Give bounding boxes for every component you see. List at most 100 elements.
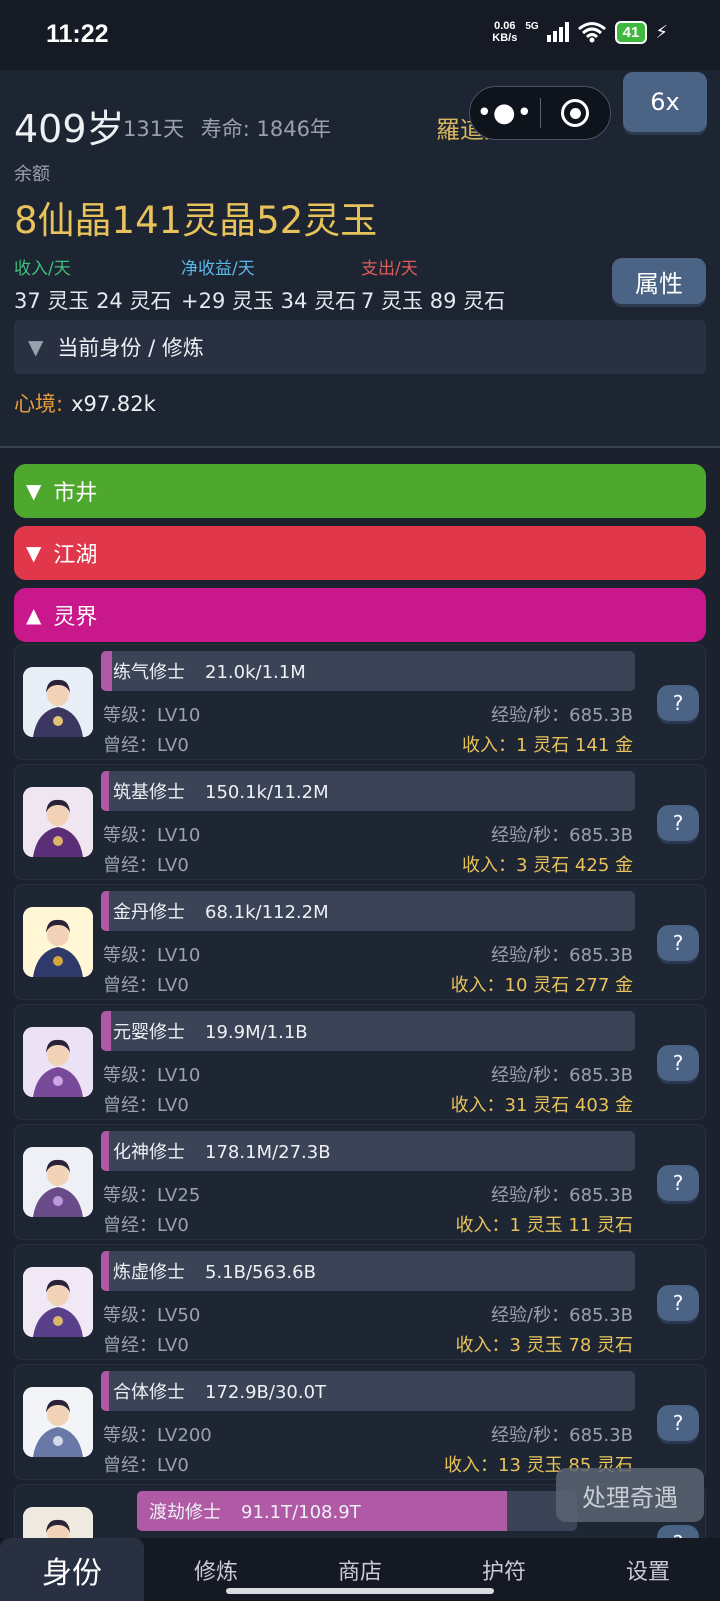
job-income: 收入：10 灵石 277 金 [450, 975, 633, 996]
job-name: 合体修士 [113, 1382, 185, 1403]
game-speed-button[interactable]: 6x [623, 72, 707, 132]
more-menu-icon[interactable]: •●• [470, 98, 540, 128]
job-previous-level: 曾经：LV0 [103, 1215, 189, 1236]
home-indicator[interactable] [226, 1588, 494, 1594]
job-card[interactable]: 元婴修士 19.9M/1.1B 等级：LV10 曾经：LV0 经验/秒：685.3… [14, 1004, 706, 1120]
handle-encounter-button[interactable]: 处理奇遇 [556, 1468, 704, 1522]
category-shijing[interactable]: ▼ 市井 [14, 464, 706, 518]
player-summary-panel: 409岁 131天 寿命: 1846年 羅道人 •●• 6x 余额 8仙晶141… [0, 70, 720, 448]
category-label: 江湖 [53, 543, 98, 568]
job-progress-value: 150.1k/11.2M [205, 782, 329, 803]
wifi-icon [577, 22, 606, 43]
job-progress-fill [101, 891, 109, 931]
job-level: 等级：LV10 [103, 705, 201, 726]
job-card[interactable]: 合体修士 172.9B/30.0T 等级：LV200 曾经：LV0 经验/秒：68… [14, 1364, 706, 1480]
expense-stat: 支出/天 7 灵玉 89 灵石 [361, 254, 505, 315]
job-help-button[interactable]: ? [657, 925, 699, 961]
job-progress-text: 化神修士 178.1M/27.3B [113, 1138, 331, 1164]
job-exp-rate: 经验/秒：685.3B [491, 1185, 633, 1206]
identity-section-toggle[interactable]: ▼ 当前身份 / 修炼 [14, 320, 706, 374]
job-progress-bar: 筑基修士 150.1k/11.2M [101, 771, 635, 811]
job-avatar [23, 667, 93, 737]
job-help-button[interactable]: ? [657, 1045, 699, 1081]
net-income-stat: 净收益/天 +29 灵玉 34 灵石 [181, 254, 356, 315]
job-progress-value: 172.9B/30.0T [205, 1382, 327, 1403]
network-speed-unit: KB/s [492, 32, 518, 44]
nav-tab-identity[interactable]: 身份 [0, 1538, 144, 1601]
job-card[interactable]: 练气修士 21.0k/1.1M 等级：LV10 曾经：LV0 经验/秒：685.3… [14, 644, 706, 760]
player-age: 409岁 [14, 107, 125, 151]
identity-section-title: 当前身份 / 修炼 [57, 336, 204, 360]
attributes-button[interactable]: 属性 [612, 258, 706, 304]
close-miniprogram-icon[interactable] [541, 99, 611, 127]
job-exp-rate: 经验/秒：685.3B [491, 1065, 633, 1086]
job-level: 等级：LV10 [103, 945, 201, 966]
job-level: 等级：LV50 [103, 1305, 201, 1326]
job-name: 渡劫修士 [149, 1502, 221, 1523]
job-progress-bar: 金丹修士 68.1k/112.2M [101, 891, 635, 931]
job-progress-text: 渡劫修士 91.1T/108.9T [149, 1498, 361, 1524]
job-progress-fill [101, 1011, 111, 1051]
status-icons: 0.06 KB/s 5G 41 ⚡ [492, 20, 668, 44]
job-progress-fill [101, 1371, 109, 1411]
age-details: 131天 寿命: 1846年 [123, 113, 331, 143]
status-bar: 11:22 0.06 KB/s 5G 41 ⚡ [0, 0, 720, 70]
job-income: 收入：1 灵石 141 金 [462, 735, 633, 756]
net-income-label: 净收益/天 [181, 259, 255, 279]
income-stat: 收入/天 37 灵玉 24 灵石 [14, 254, 171, 315]
mind-label: 心境: [14, 392, 64, 416]
job-previous-level: 曾经：LV0 [103, 735, 189, 756]
job-name: 金丹修士 [113, 902, 185, 923]
expense-value: 7 灵玉 89 灵石 [361, 289, 506, 313]
job-income: 收入：1 灵玉 11 灵石 [455, 1215, 633, 1236]
job-help-button[interactable]: ? [657, 1405, 699, 1441]
job-progress-fill [101, 771, 109, 811]
job-progress-text: 合体修士 172.9B/30.0T [113, 1378, 326, 1404]
job-progress-value: 91.1T/108.9T [241, 1502, 361, 1523]
job-help-button[interactable]: ? [657, 805, 699, 841]
net-income-value: +29 灵玉 34 灵石 [181, 289, 357, 313]
category-label: 灵界 [53, 605, 98, 630]
job-card[interactable]: 金丹修士 68.1k/112.2M 等级：LV10 曾经：LV0 经验/秒：685… [14, 884, 706, 1000]
signal-type: 5G [525, 20, 539, 32]
job-progress-text: 炼虚修士 5.1B/563.6B [113, 1258, 316, 1284]
job-name: 化神修士 [113, 1142, 185, 1163]
job-help-button[interactable]: ? [657, 1285, 699, 1321]
job-progress-value: 19.9M/1.1B [205, 1022, 308, 1043]
job-exp-rate: 经验/秒：685.3B [491, 705, 633, 726]
job-progress-value: 68.1k/112.2M [205, 902, 329, 923]
job-progress-value: 178.1M/27.3B [205, 1142, 331, 1163]
job-avatar [23, 1027, 93, 1097]
nav-tab-settings[interactable]: 设置 [576, 1538, 720, 1601]
job-progress-bar: 化神修士 178.1M/27.3B [101, 1131, 635, 1171]
category-jianghu[interactable]: ▼ 江湖 [14, 526, 706, 580]
job-avatar [23, 1387, 93, 1457]
network-speed-value: 0.06 [494, 20, 516, 32]
lifespan: 寿命: 1846年 [200, 117, 331, 141]
job-progress-bar: 炼虚修士 5.1B/563.6B [101, 1251, 635, 1291]
job-level: 等级：LV25 [103, 1185, 201, 1206]
expand-arrow-icon: ▲ [26, 603, 42, 627]
job-level: 等级：LV10 [103, 825, 201, 846]
job-progress-text: 金丹修士 68.1k/112.2M [113, 898, 329, 924]
job-card[interactable]: 化神修士 178.1M/27.3B 等级：LV25 曾经：LV0 经验/秒：685… [14, 1124, 706, 1240]
job-help-button[interactable]: ? [657, 1165, 699, 1201]
job-exp-rate: 经验/秒：685.3B [491, 945, 633, 966]
job-exp-rate: 经验/秒：685.3B [491, 825, 633, 846]
job-exp-rate: 经验/秒：685.3B [491, 1425, 633, 1446]
job-progress-text: 练气修士 21.0k/1.1M [113, 658, 306, 684]
job-previous-level: 曾经：LV0 [103, 1335, 189, 1356]
clock: 11:22 [46, 20, 109, 48]
signal-icon [546, 22, 569, 42]
charging-icon: ⚡ [655, 21, 668, 43]
category-lingjie[interactable]: ▲ 灵界 [14, 588, 706, 642]
job-previous-level: 曾经：LV0 [103, 1455, 189, 1476]
job-card[interactable]: 筑基修士 150.1k/11.2M 等级：LV10 曾经：LV0 经验/秒：685… [14, 764, 706, 880]
job-income: 收入：3 灵玉 78 灵石 [455, 1335, 633, 1356]
job-help-button[interactable]: ? [657, 685, 699, 721]
job-previous-level: 曾经：LV0 [103, 855, 189, 876]
job-card[interactable]: 炼虚修士 5.1B/563.6B 等级：LV50 曾经：LV0 经验/秒：685.… [14, 1244, 706, 1360]
miniprogram-capsule: •●• [469, 86, 611, 140]
job-income: 收入：31 灵石 403 金 [450, 1095, 633, 1116]
mind-value: x97.82k [71, 392, 156, 416]
